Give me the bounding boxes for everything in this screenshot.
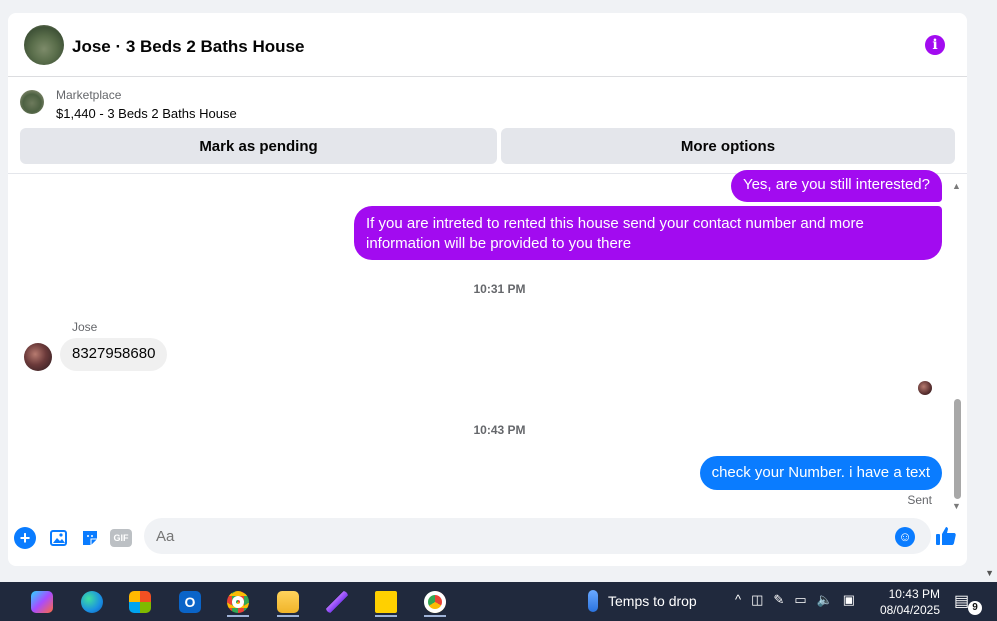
photo-icon[interactable] [48,527,70,549]
scroll-down-arrow-icon[interactable]: ▼ [952,501,961,511]
seen-avatar [918,381,932,395]
incoming-message[interactable]: 8327958680 [60,338,168,371]
scroll-up-arrow-icon[interactable]: ▲ [952,181,961,191]
listing-title[interactable]: $1,440 - 3 Beds 2 Baths House [56,106,237,121]
message-thread: Yes, are you still interested? If you ar… [8,170,967,509]
thermometer-icon [588,590,598,612]
more-options-button[interactable]: More options [501,128,955,164]
active-app-indicator [277,615,299,617]
copilot-icon[interactable] [25,587,59,617]
notification-badge: 9 [968,601,982,615]
windows-taskbar: O Temps to drop ^ ◫ ✎ ▭ 🔈 ▣ 10:43 PM 08/… [0,582,997,621]
info-icon[interactable]: i [925,35,945,55]
system-tray: ^ ◫ ✎ ▭ 🔈 ▣ [735,592,855,608]
active-app-indicator [227,615,249,617]
sticker-icon[interactable] [79,527,101,549]
emoji-icon[interactable]: ☺ [895,527,915,547]
message-status: Sent [907,493,932,507]
store-icon[interactable] [123,587,157,617]
weather-text: Temps to drop [608,593,697,609]
message-input[interactable] [144,518,931,554]
outgoing-message[interactable]: Yes, are you still interested? [730,170,942,202]
listing-avatar[interactable] [24,25,64,65]
battery-icon[interactable]: ▭ [794,592,806,608]
sender-name: Jose [72,320,98,334]
mark-as-pending-button[interactable]: Mark as pending [20,128,497,164]
network-icon[interactable]: ▣ [843,592,855,608]
outgoing-message[interactable]: check your Number. i have a text [699,456,942,490]
gif-icon[interactable]: GIF [110,529,132,547]
system-clock[interactable]: 10:43 PM 08/04/2025 [876,586,940,618]
active-app-indicator [375,615,397,617]
chrome-profile-icon[interactable] [418,587,452,617]
volume-icon[interactable]: 🔈 [817,592,833,608]
outgoing-message[interactable]: If you are intreted to rented this house… [354,206,942,260]
listing-thumbnail[interactable] [20,90,44,114]
thread-scrollbar[interactable]: ▲ ▼ [952,181,962,511]
page-scrollbar[interactable]: ▼ [981,0,997,582]
feather-tray-icon[interactable]: ✎ [773,592,784,608]
sticky-notes-icon[interactable] [369,587,403,617]
edge-icon[interactable] [75,587,109,617]
clock-time: 10:43 PM [888,587,940,601]
sender-avatar[interactable] [24,343,52,371]
marketplace-label: Marketplace [56,88,122,102]
timestamp: 10:43 PM [473,423,526,437]
chat-window: Jose · 3 Beds 2 Baths House i Marketplac… [8,13,967,566]
feather-app-icon[interactable] [320,587,354,617]
chat-header: Jose · 3 Beds 2 Baths House i [8,13,967,77]
chat-title[interactable]: Jose · 3 Beds 2 Baths House [72,37,304,57]
marketplace-panel: Marketplace $1,440 - 3 Beds 2 Baths Hous… [8,78,967,174]
scrollbar-thumb[interactable] [954,399,961,499]
chevron-up-icon[interactable]: ^ [735,592,741,608]
notification-icon[interactable]: ▤ 9 [954,591,982,615]
meet-now-icon[interactable]: ◫ [751,592,763,608]
clock-date: 08/04/2025 [879,603,940,617]
timestamp: 10:31 PM [473,282,526,296]
weather-widget[interactable]: Temps to drop [588,590,697,612]
thumbs-up-icon[interactable] [934,524,958,548]
outlook-icon[interactable]: O [173,587,207,617]
active-app-indicator [424,615,446,617]
chrome-icon[interactable] [221,587,255,617]
file-explorer-icon[interactable] [271,587,305,617]
message-composer: + GIF ☺ [8,518,967,558]
plus-icon[interactable]: + [14,527,36,549]
scroll-down-arrow-icon[interactable]: ▼ [985,568,994,578]
